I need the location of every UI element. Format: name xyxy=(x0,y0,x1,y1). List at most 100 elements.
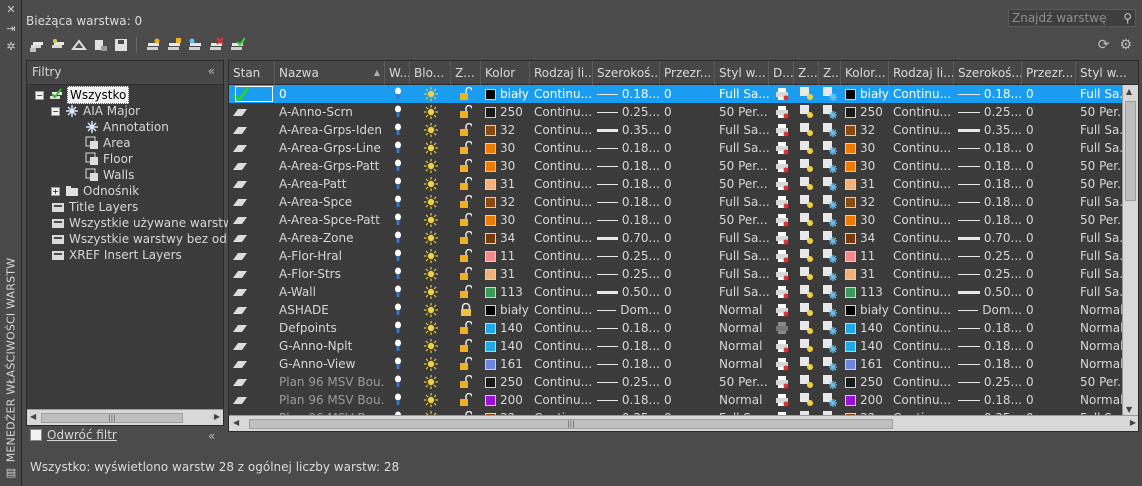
linetype[interactable]: Continu... xyxy=(530,283,593,301)
collapse-tree-icon[interactable]: − xyxy=(51,106,60,116)
layer-name[interactable]: A-Area-Patt xyxy=(275,175,385,193)
unlock-icon[interactable] xyxy=(451,247,481,265)
layer-color[interactable]: 200 xyxy=(481,391,530,409)
vp-plot-style[interactable]: Full Sa... xyxy=(1076,283,1124,301)
vp-lineweight[interactable]: 0.18... xyxy=(954,193,1022,211)
invert-filter-checkbox[interactable] xyxy=(30,429,42,441)
invert-filter[interactable]: Odwróć filtr xyxy=(30,428,117,442)
column-header[interactable]: Stan xyxy=(229,61,275,85)
layer-color[interactable]: 30 xyxy=(481,139,530,157)
unlock-icon[interactable] xyxy=(451,229,481,247)
lineweight[interactable]: 0.18... xyxy=(593,193,660,211)
transparency[interactable]: 0 xyxy=(660,391,715,409)
scroll-right-icon[interactable]: ▶ xyxy=(1130,418,1136,427)
on-off-bulb-icon[interactable] xyxy=(385,391,410,409)
unlock-icon[interactable] xyxy=(451,373,481,391)
vp-color[interactable]: biały xyxy=(841,301,889,319)
column-header[interactable]: Kolor xyxy=(481,61,530,85)
refresh-icon[interactable]: ⟳ xyxy=(1098,37,1110,53)
scroll-left-icon[interactable]: ◀ xyxy=(30,412,36,421)
linetype[interactable]: Continu... xyxy=(530,157,593,175)
properties-icon[interactable]: ✲ xyxy=(4,40,18,54)
plot-printer-icon[interactable] xyxy=(769,121,794,139)
on-off-bulb-icon[interactable] xyxy=(385,247,410,265)
vp-transparency[interactable]: 0 xyxy=(1022,139,1076,157)
lineweight[interactable]: 0.25... xyxy=(593,247,660,265)
transparency[interactable]: 0 xyxy=(660,229,715,247)
linetype[interactable]: Continu... xyxy=(530,175,593,193)
vp-transparency[interactable]: 0 xyxy=(1022,391,1076,409)
remove-layer-icon[interactable] xyxy=(207,37,224,54)
vp-freeze-icon[interactable] xyxy=(794,139,819,157)
unlock-icon[interactable] xyxy=(451,355,481,373)
vp-freeze-icon[interactable] xyxy=(794,229,819,247)
column-header[interactable]: Przezr... xyxy=(1022,61,1076,85)
layer-status-icon[interactable] xyxy=(229,139,275,157)
vp-freeze-icon[interactable] xyxy=(794,283,819,301)
vp-plot-style[interactable]: Full Sa... xyxy=(1076,265,1124,283)
new-layer-icon[interactable] xyxy=(144,37,161,54)
layer-color[interactable]: 140 xyxy=(481,319,530,337)
vp-color[interactable]: 250 xyxy=(841,373,889,391)
plot-style[interactable]: Normal xyxy=(715,391,769,409)
vp-plot-style[interactable]: Normal xyxy=(1076,319,1124,337)
search-input[interactable]: Znajdź warstwę ⚲ xyxy=(1008,9,1136,27)
layer-status-icon[interactable] xyxy=(229,391,275,409)
table-row[interactable]: Plan 96 MSV Bou... 200 Continu... 0.18... 0 N… xyxy=(229,391,1138,409)
new-property-filter-icon[interactable] xyxy=(28,37,45,54)
unlock-icon[interactable] xyxy=(451,283,481,301)
column-header[interactable]: Z... xyxy=(451,61,481,85)
vp-linetype[interactable]: Continu... xyxy=(889,121,954,139)
column-header[interactable]: Kolor... xyxy=(841,61,889,85)
locked-icon[interactable] xyxy=(451,301,481,319)
lineweight[interactable]: 0.18... xyxy=(593,85,660,103)
lineweight[interactable]: 0.18... xyxy=(593,175,660,193)
lineweight[interactable]: Dom... xyxy=(593,301,660,319)
new-vp-freeze-icon[interactable] xyxy=(819,193,841,211)
unlock-icon[interactable] xyxy=(451,391,481,409)
vp-freeze-icon[interactable] xyxy=(794,301,819,319)
vp-freeze-icon[interactable] xyxy=(794,121,819,139)
vp-transparency[interactable]: 0 xyxy=(1022,301,1076,319)
layer-status-icon[interactable] xyxy=(229,193,275,211)
vp-lineweight[interactable]: 0.18... xyxy=(954,139,1022,157)
filter-tree-node[interactable]: − AIA Major xyxy=(51,103,140,119)
layer-color[interactable]: 140 xyxy=(481,337,530,355)
layer-color[interactable]: 34 xyxy=(481,229,530,247)
layer-status-icon[interactable] xyxy=(229,319,275,337)
plot-style[interactable]: Full Sa... xyxy=(715,229,769,247)
lineweight[interactable]: 0.18... xyxy=(593,337,660,355)
layer-status-icon[interactable] xyxy=(229,337,275,355)
new-vp-freeze-icon[interactable] xyxy=(819,85,841,103)
new-vp-freeze-icon[interactable] xyxy=(819,337,841,355)
lineweight[interactable]: 0.18... xyxy=(593,139,660,157)
column-header[interactable]: Z... xyxy=(794,61,819,85)
column-header[interactable]: Nazwa ▲ xyxy=(275,61,385,85)
vp-lineweight[interactable]: 0.25... xyxy=(954,247,1022,265)
vp-transparency[interactable]: 0 xyxy=(1022,229,1076,247)
plot-printer-icon[interactable] xyxy=(769,283,794,301)
new-vp-freeze-icon[interactable] xyxy=(819,265,841,283)
linetype[interactable]: Continu... xyxy=(530,85,593,103)
vp-linetype[interactable]: Continu... xyxy=(889,193,954,211)
filter-tree-node[interactable]: XREF Insert Layers xyxy=(51,247,182,263)
plot-printer-icon[interactable] xyxy=(769,175,794,193)
table-row[interactable]: ASHADE biały Continu... Dom... 0 Normal biały C… xyxy=(229,301,1138,319)
linetype[interactable]: Continu... xyxy=(530,211,593,229)
layer-name[interactable]: A-Area-Grps-Iden xyxy=(275,121,385,139)
plot-printer-icon[interactable] xyxy=(769,391,794,409)
lineweight[interactable]: 0.18... xyxy=(593,319,660,337)
plot-style[interactable]: Full Sa... xyxy=(715,265,769,283)
unlock-icon[interactable] xyxy=(451,85,481,103)
vp-transparency[interactable]: 0 xyxy=(1022,175,1076,193)
vp-plot-style[interactable]: Full Sa... xyxy=(1076,247,1124,265)
column-header[interactable]: W... xyxy=(385,61,410,85)
hscroll-thumb[interactable]: ||| xyxy=(249,419,893,429)
transparency[interactable]: 0 xyxy=(660,139,715,157)
plot-style[interactable]: 50 Per... xyxy=(715,157,769,175)
vp-plot-style[interactable]: 50 Per... xyxy=(1076,157,1124,175)
unlock-icon[interactable] xyxy=(451,175,481,193)
vp-plot-style[interactable]: 50 Per... xyxy=(1076,373,1124,391)
layer-status-icon[interactable] xyxy=(229,247,275,265)
collapse-icon[interactable]: « xyxy=(208,429,215,443)
